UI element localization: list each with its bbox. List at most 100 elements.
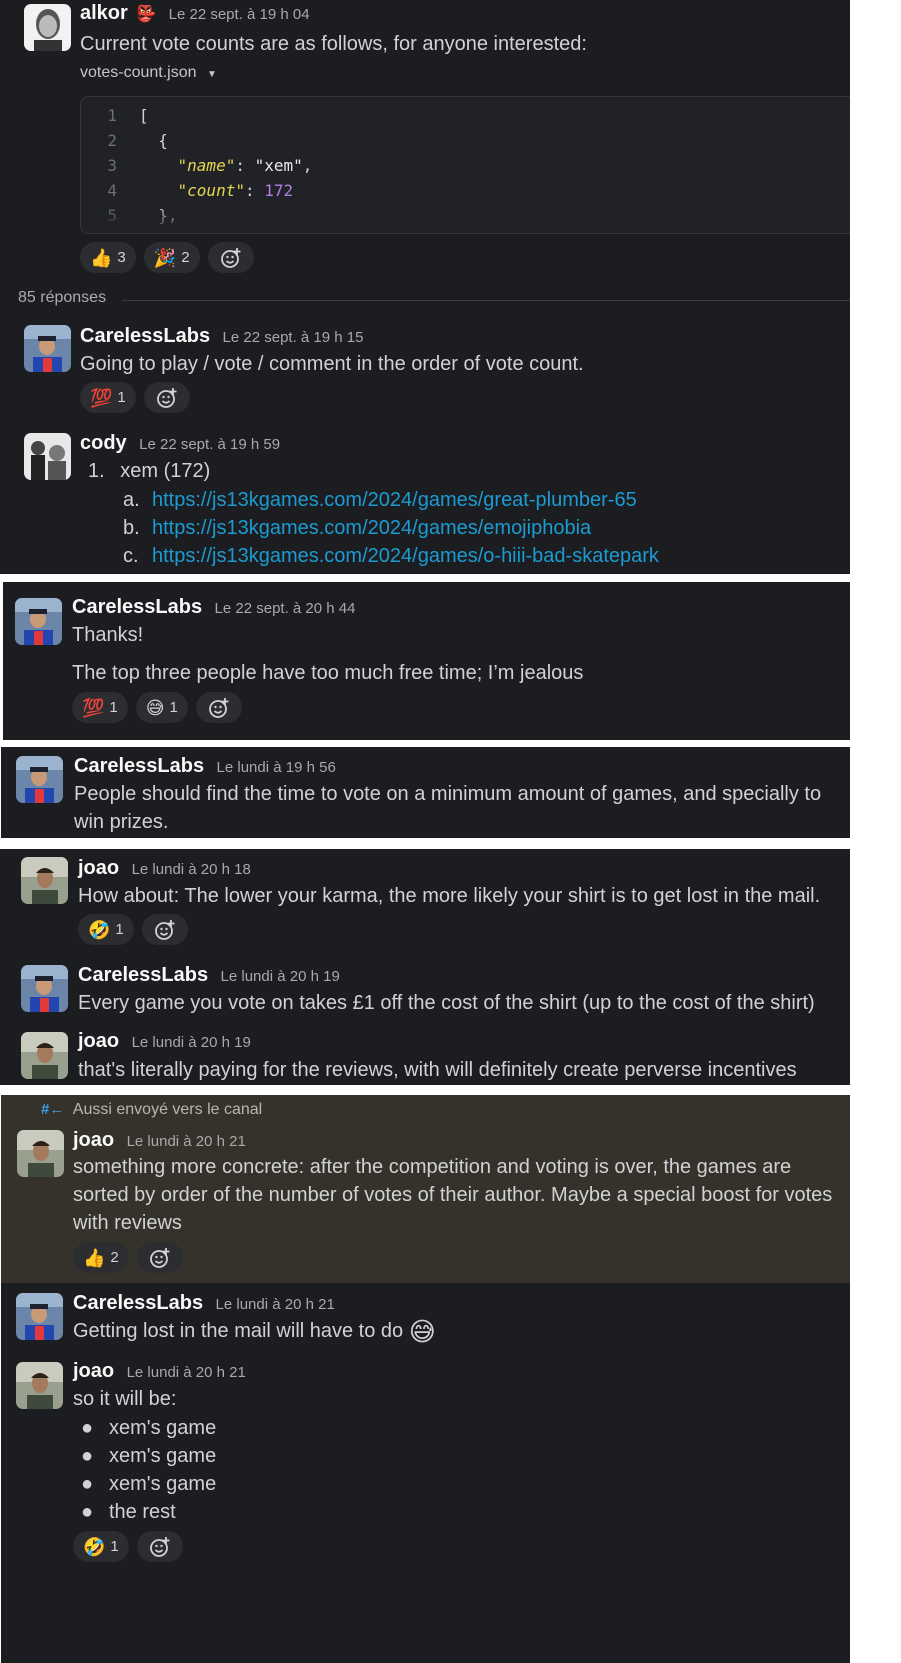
json-sep: :	[244, 181, 265, 200]
timestamp[interactable]: Le lundi à 20 h 19	[221, 968, 340, 985]
channel-note: #← Aussi envoyé vers le canal	[41, 1101, 262, 1119]
message-cody[interactable]: cody Le 22 sept. à 19 h 59 1. xem (172) …	[0, 430, 850, 574]
username[interactable]: CarelessLabs	[73, 1292, 203, 1314]
avatar[interactable]	[17, 1130, 64, 1177]
game-link[interactable]: https://js13kgames.com/2024/games/emojip…	[152, 517, 591, 539]
json-number: 172	[264, 181, 294, 200]
code-snippet[interactable]: 1 [ 2 { 3 "name": "xem", 4 "count": 172 …	[80, 96, 850, 234]
message-carelesslabs[interactable]: CarelessLabs Le 22 sept. à 20 h 44 Thank…	[3, 582, 850, 740]
message-joao[interactable]: joao Le lundi à 20 h 19 that's literally…	[0, 1027, 850, 1085]
message-text: The top three people have too much free …	[72, 662, 584, 684]
reaction-pill[interactable]: 💯 1	[80, 382, 136, 413]
username[interactable]: CarelessLabs	[78, 964, 208, 986]
timestamp[interactable]: Le 22 sept. à 20 h 44	[215, 600, 356, 617]
username[interactable]: joao	[73, 1129, 114, 1151]
message-joao[interactable]: joao Le lundi à 20 h 18 How about: The l…	[0, 849, 850, 949]
file-name-toggle[interactable]: votes-count.json ▼	[80, 64, 217, 82]
timestamp[interactable]: Le lundi à 20 h 21	[216, 1296, 335, 1313]
add-reaction-button[interactable]	[207, 242, 254, 273]
hundred-points-icon: 💯	[90, 387, 113, 408]
reaction-pill[interactable]: 🤣 1	[78, 914, 134, 945]
list-marker: a.	[123, 489, 140, 511]
list-marker: b.	[123, 517, 140, 539]
username[interactable]: alkor	[80, 2, 128, 24]
avatar[interactable]	[24, 433, 71, 480]
add-reaction-button[interactable]	[141, 914, 188, 945]
reaction-pill[interactable]: 👍 2	[73, 1242, 129, 1273]
message-text: Going to play / vote / comment in the or…	[80, 353, 584, 375]
status-emoji: 👺	[136, 6, 157, 23]
message-text: People should find the time to vote on a…	[74, 783, 822, 833]
add-emoji-icon	[220, 247, 241, 268]
avatar[interactable]	[21, 1032, 68, 1079]
username[interactable]: joao	[78, 857, 119, 879]
add-emoji-icon	[154, 919, 175, 940]
timestamp[interactable]: Le lundi à 20 h 21	[127, 1364, 246, 1381]
code-fade	[81, 205, 850, 233]
reactions: 🤣 1	[73, 1531, 183, 1562]
avatar[interactable]	[24, 4, 71, 51]
timestamp[interactable]: Le lundi à 19 h 56	[217, 759, 336, 776]
message-carelesslabs[interactable]: CarelessLabs Le 22 sept. à 19 h 15 Going…	[0, 320, 850, 420]
timestamp[interactable]: Le lundi à 20 h 21	[127, 1133, 246, 1150]
timestamp[interactable]: Le 22 sept. à 19 h 04	[169, 6, 310, 23]
bullet-item: ● xem's game	[81, 1413, 216, 1443]
avatar[interactable]	[16, 1362, 63, 1409]
reactions: 👍 2	[73, 1242, 183, 1273]
message-joao[interactable]: joao Le lundi à 20 h 21 so it will be: ●…	[1, 1357, 850, 1657]
timestamp[interactable]: Le lundi à 20 h 19	[132, 1034, 251, 1051]
avatar[interactable]	[21, 965, 68, 1012]
username[interactable]: CarelessLabs	[80, 325, 210, 347]
message-carelesslabs[interactable]: CarelessLabs Le lundi à 20 h 19 Every ga…	[0, 959, 850, 1019]
add-emoji-icon	[149, 1247, 170, 1268]
reaction-pill[interactable]: 💯 1	[72, 692, 128, 723]
message-text: Thanks!	[72, 624, 144, 646]
timestamp[interactable]: Le lundi à 20 h 18	[132, 861, 251, 878]
code-line: "name": "xem",	[139, 156, 313, 175]
username[interactable]: CarelessLabs	[74, 755, 204, 777]
game-link[interactable]: https://js13kgames.com/2024/games/great-…	[152, 489, 637, 511]
json-key: "count"	[177, 181, 245, 200]
add-reaction-button[interactable]	[136, 1531, 183, 1562]
avatar[interactable]	[21, 857, 68, 904]
channel-note-text: Aussi envoyé vers le canal	[72, 1101, 263, 1118]
username[interactable]: joao	[73, 1360, 114, 1382]
avatar[interactable]	[24, 325, 71, 372]
message-carelesslabs[interactable]: CarelessLabs Le lundi à 19 h 56 People s…	[1, 747, 850, 838]
add-emoji-icon	[208, 697, 229, 718]
list-item: 1. xem (172)	[88, 456, 210, 486]
reaction-pill[interactable]: 🎉 2	[143, 242, 200, 273]
highlighted-message[interactable]: #← Aussi envoyé vers le canal joao Le lu…	[1, 1095, 850, 1283]
reaction-pill[interactable]: 👍 3	[80, 242, 136, 273]
username[interactable]: joao	[78, 1030, 119, 1052]
timestamp[interactable]: Le 22 sept. à 19 h 15	[223, 329, 364, 346]
line-number: 3	[107, 156, 117, 175]
line-number: 1	[107, 106, 117, 125]
avatar[interactable]	[16, 756, 63, 803]
reactions: 💯 1	[80, 382, 190, 413]
add-reaction-button[interactable]	[195, 692, 242, 723]
bullet-text: xem's game	[109, 1473, 217, 1495]
add-reaction-button[interactable]	[136, 1242, 183, 1273]
game-link[interactable]: https://js13kgames.com/2024/games/o-hiii…	[152, 545, 659, 567]
thread-panel-5: #← Aussi envoyé vers le canal joao Le lu…	[1, 1095, 850, 1663]
add-reaction-button[interactable]	[143, 382, 190, 413]
reaction-pill[interactable]: 😅 1	[135, 692, 188, 723]
avatar[interactable]	[16, 1293, 63, 1340]
message-text: that's literally paying for the reviews,…	[78, 1059, 797, 1081]
username[interactable]: cody	[80, 432, 127, 454]
json-key: "name"	[177, 156, 236, 175]
message-carelesslabs[interactable]: CarelessLabs Le lundi à 20 h 21 Getting …	[1, 1289, 850, 1351]
avatar[interactable]	[15, 598, 62, 645]
code-line: [	[139, 106, 149, 125]
message-alkor[interactable]: alkor 👺 Le 22 sept. à 19 h 04 Current vo…	[0, 0, 850, 290]
caret-down-icon: ▼	[206, 69, 217, 80]
sub-list-item: b. https://js13kgames.com/2024/games/emoj…	[123, 513, 591, 543]
line-number: 2	[107, 131, 117, 150]
username[interactable]: CarelessLabs	[72, 596, 202, 618]
bullet-item: ● xem's game	[81, 1469, 216, 1499]
timestamp[interactable]: Le 22 sept. à 19 h 59	[139, 436, 280, 453]
thread-panel-1: alkor 👺 Le 22 sept. à 19 h 04 Current vo…	[0, 0, 850, 574]
bullet-item: ● xem's game	[81, 1441, 216, 1471]
reaction-pill[interactable]: 🤣 1	[73, 1531, 129, 1562]
